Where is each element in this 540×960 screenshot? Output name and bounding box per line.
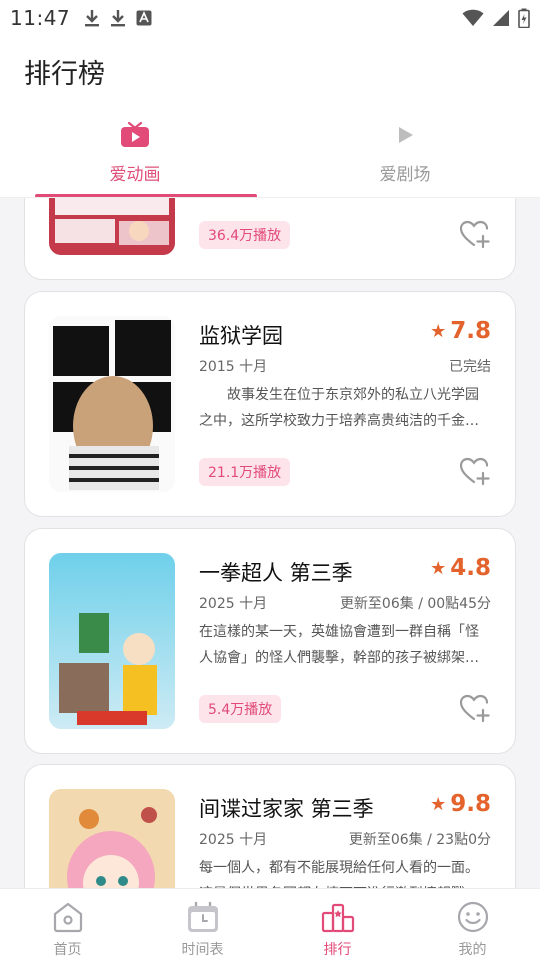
nav-profile-label: 我的 [458,942,487,958]
profile-icon [456,901,490,937]
status-bar: 11:47 [0,0,540,36]
anime-card[interactable]: 间谍过家家 第三季 ★ 9.8 2025 十月 更新至06集 / 23點0分 每… [24,764,516,888]
tab-anime[interactable]: 爱动画 [0,118,270,198]
rating: ★ 7.8 [430,318,491,344]
font-icon [136,10,152,26]
calendar-icon [186,901,220,937]
favorite-add-icon[interactable] [459,219,491,249]
episode-status: 更新至06集 / 00點45分 [339,596,491,612]
star-icon: ★ [430,320,447,342]
release-season: 2025 十月 [199,832,268,848]
nav-ranking-label: 排行 [323,942,352,958]
favorite-add-icon[interactable] [459,693,491,723]
anime-description: 故事发生在位于东京郊外的私立八光学园之中，这所学校致力于培养高贵纯洁的千金小姐，… [199,387,479,429]
ranking-icon [321,901,355,937]
wifi-icon [462,9,484,27]
rating: ★ 4.8 [430,555,491,581]
category-tabs: 爱动画 爱剧场 [0,118,540,198]
anime-title: 监狱学园 [199,324,283,348]
tv-icon [120,121,150,152]
favorite-add-icon[interactable] [459,456,491,486]
play-count-badge: 5.4万播放 [199,695,282,723]
nav-profile[interactable]: 我的 [405,889,540,960]
star-icon: ★ [430,793,447,815]
nav-schedule-label: 时间表 [181,942,224,958]
tab-drama-label: 爱剧场 [379,165,431,185]
rating-value: 9.8 [450,791,491,817]
star-icon: ★ [430,557,447,579]
nav-ranking[interactable]: 排行 [270,889,405,960]
nav-home[interactable]: 首页 [0,889,135,960]
anime-card[interactable]: 36.4万播放 [24,198,516,280]
page-title: 排行榜 [24,59,105,90]
episode-status: 已完结 [449,359,491,375]
rating-value: 7.8 [450,318,491,344]
play-count-badge: 21.1万播放 [199,458,291,486]
tab-drama[interactable]: 爱剧场 [270,118,540,198]
rating-value: 4.8 [450,555,491,581]
signal-icon [492,9,510,27]
anime-cover [49,553,175,729]
bottom-navigation: 首页 时间表 排行 我的 [0,888,540,960]
release-season: 2015 十月 [199,359,268,375]
status-time: 11:47 [10,6,71,30]
anime-card[interactable]: 监狱学园 ★ 7.8 2015 十月 已完结 故事发生在位于东京郊外的私立八光学… [24,291,516,517]
anime-cover [49,198,175,255]
download-icon [110,9,126,27]
battery-icon [518,8,530,28]
episode-status: 更新至06集 / 23點0分 [348,832,491,848]
anime-cover [49,789,175,888]
nav-schedule[interactable]: 时间表 [135,889,270,960]
anime-description: 在這樣的某一天，英雄協會遭到一群自稱「怪人協會」的怪人們襲擊，幹部的孩子被綁架了… [199,624,479,666]
release-season: 2025 十月 [199,596,268,612]
home-icon [51,901,85,937]
anime-description: 每一個人，都有不能展現給任何人看的一面。這是個世界各國都在檯面下進行激烈情報戰的… [199,860,479,888]
anime-card[interactable]: 一拳超人 第三季 ★ 4.8 2025 十月 更新至06集 / 00點45分 在… [24,528,516,754]
anime-cover [49,316,175,492]
rating: ★ 9.8 [430,791,491,817]
ranking-list[interactable]: 36.4万播放 监狱学园 ★ 7.8 2015 十月 已完结 故事发生在位于东京… [0,198,540,888]
play-icon [390,122,420,152]
anime-title: 间谍过家家 第三季 [199,797,374,821]
download-icon [84,9,100,27]
anime-title: 一拳超人 第三季 [199,561,353,585]
nav-home-label: 首页 [53,942,82,958]
play-count-badge: 36.4万播放 [199,221,291,249]
tab-anime-label: 爱动画 [109,165,161,185]
app-header: 排行榜 爱动画 爱剧场 [0,36,540,198]
